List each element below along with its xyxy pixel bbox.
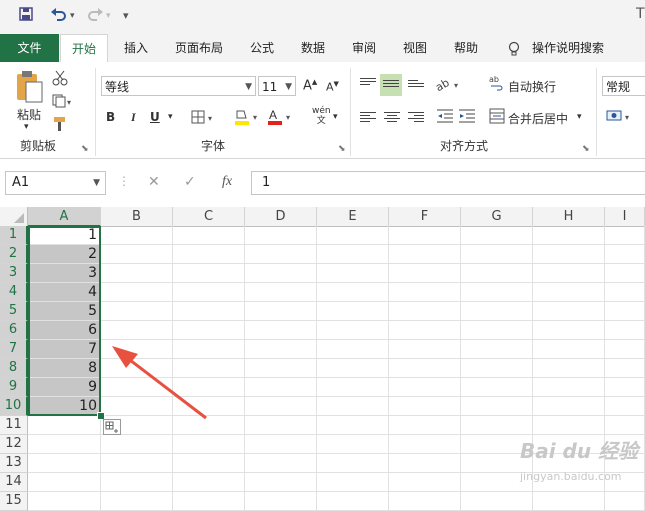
watermark-url: jingyan.baidu.com: [520, 470, 622, 483]
watermark-logo: Bai du 经验: [520, 439, 639, 463]
annotation-arrow: [112, 346, 207, 420]
watermark: Bai du 经验 jingyan.baidu.com: [520, 430, 645, 500]
